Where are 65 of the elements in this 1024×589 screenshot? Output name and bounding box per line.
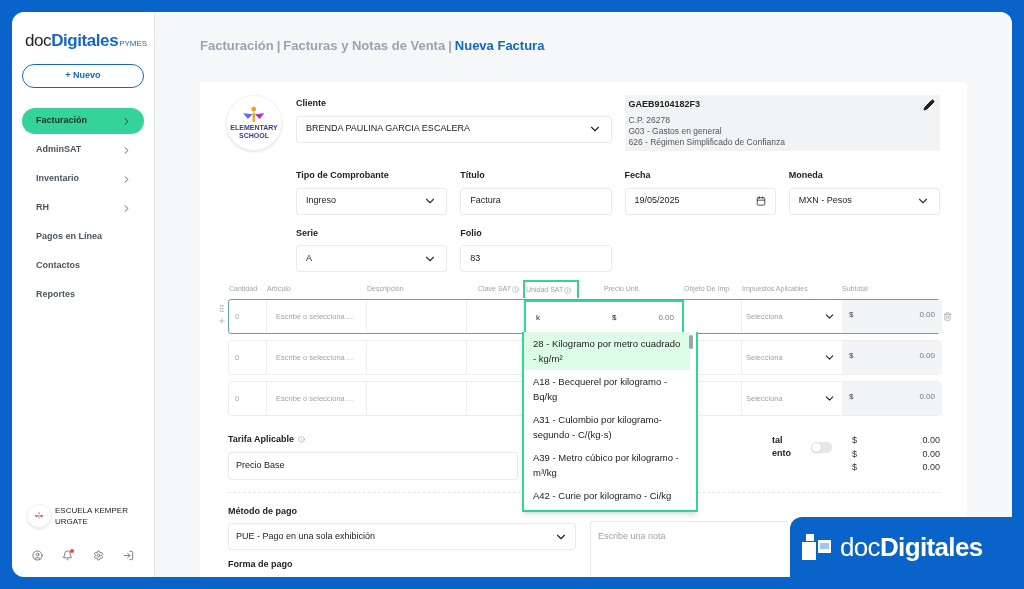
input-field[interactable]: Factura: [460, 187, 612, 215]
edit-icon[interactable]: [923, 99, 935, 111]
field-label: Forma de pago: [228, 558, 294, 571]
select-field[interactable]: Ingreso: [296, 187, 448, 215]
dropdown-option[interactable]: A39 - Metro cúbico por kilogramo - m³/kg: [524, 446, 690, 484]
select-field[interactable]: Precio Base: [228, 451, 518, 480]
date-field[interactable]: 19/05/2025: [624, 187, 776, 215]
figures-icon: [33, 512, 45, 520]
select-field[interactable]: A: [296, 245, 448, 272]
input-field[interactable]: 83: [460, 245, 612, 272]
figures-icon: [242, 106, 266, 124]
documents-icon: [802, 534, 832, 560]
field-label: Tipo de Comprobante: [296, 169, 390, 182]
breadcrumb-separator: |: [276, 37, 281, 56]
field-label: Moneda: [788, 169, 824, 182]
drag-handle-icon[interactable]: [217, 304, 226, 313]
subtotal-cell: $ 0.00: [842, 341, 942, 374]
user-icon[interactable]: [32, 550, 43, 561]
nav-item[interactable]: Contactos: [22, 253, 144, 279]
account-name: ESCUELA KEMPER URGATE: [55, 505, 129, 527]
subtotal-cell: $ 0.00: [842, 382, 942, 415]
client-detail: 626 - Régimen Simplificado de Confianza: [628, 136, 786, 148]
total-amount: $ 0.00: [852, 434, 940, 447]
scrollbar-thumb[interactable]: [689, 335, 693, 349]
select-field[interactable]: BRENDA PAULINA GARCIA ESCALERA: [296, 115, 612, 143]
field-label: Cliente: [296, 97, 327, 110]
new-button[interactable]: + Nuevo: [22, 64, 144, 88]
client-detail: C.P. 26278: [628, 114, 671, 126]
dropdown-option[interactable]: A31 - Culombio por kilogramo-segundo - C/(kg·s): [524, 408, 690, 446]
client-detail: G03 - Gastos en general: [628, 125, 723, 137]
subtotal-cell: $ 0.00: [842, 300, 942, 333]
breadcrumb-item: Nueva Factura: [454, 37, 545, 56]
field-label: Título: [460, 169, 486, 182]
calendar-icon: [755, 196, 766, 206]
delete-icon[interactable]: [943, 312, 952, 321]
client-rfc: GAEB9104182F3: [628, 98, 701, 111]
nav-item[interactable]: AdminSAT: [22, 137, 144, 163]
total-amount: $ 0.00: [852, 447, 940, 461]
select-field[interactable]: PUE - Pago en una sola exhibición: [228, 523, 576, 550]
breadcrumb-separator: |: [448, 37, 452, 56]
logout-icon[interactable]: [123, 550, 134, 561]
nav-item[interactable]: RH: [22, 195, 144, 221]
settings-icon[interactable]: [92, 550, 104, 561]
select-field[interactable]: MXN - Pesos: [788, 187, 940, 215]
toggle-switch[interactable]: [811, 442, 832, 453]
nav-item[interactable]: Facturación: [22, 108, 144, 134]
nav-item[interactable]: Pagos en Línea: [22, 224, 144, 250]
total-amount: $ 0.00: [852, 461, 940, 474]
total-label: tal: [772, 434, 784, 447]
dropdown-option[interactable]: A42 - Curie por kilogramo - Ci/kg: [524, 484, 690, 507]
field-label: Tarifa Aplicable: [228, 433, 295, 446]
dropdown-option[interactable]: 28 - Kilogramo por metro cuadrado - kg/m²: [524, 332, 690, 370]
field-label: Folio: [460, 226, 483, 240]
total-label: ento: [772, 447, 791, 460]
field-label: Método de pago: [228, 504, 298, 518]
field-label: Serie: [296, 226, 320, 240]
badge-logo: docDigitales: [840, 534, 983, 560]
dropdown-option[interactable]: A18 - Becquerel por kilogramo - Bq/kg: [524, 370, 690, 408]
info-icon: [512, 285, 519, 293]
notifications-icon[interactable]: [62, 550, 74, 561]
nav-item[interactable]: Reportes: [22, 282, 144, 308]
info-icon: [298, 436, 306, 444]
nav-item[interactable]: Inventario: [22, 166, 144, 192]
field-label: Fecha: [624, 169, 652, 182]
info-icon: [564, 286, 572, 294]
